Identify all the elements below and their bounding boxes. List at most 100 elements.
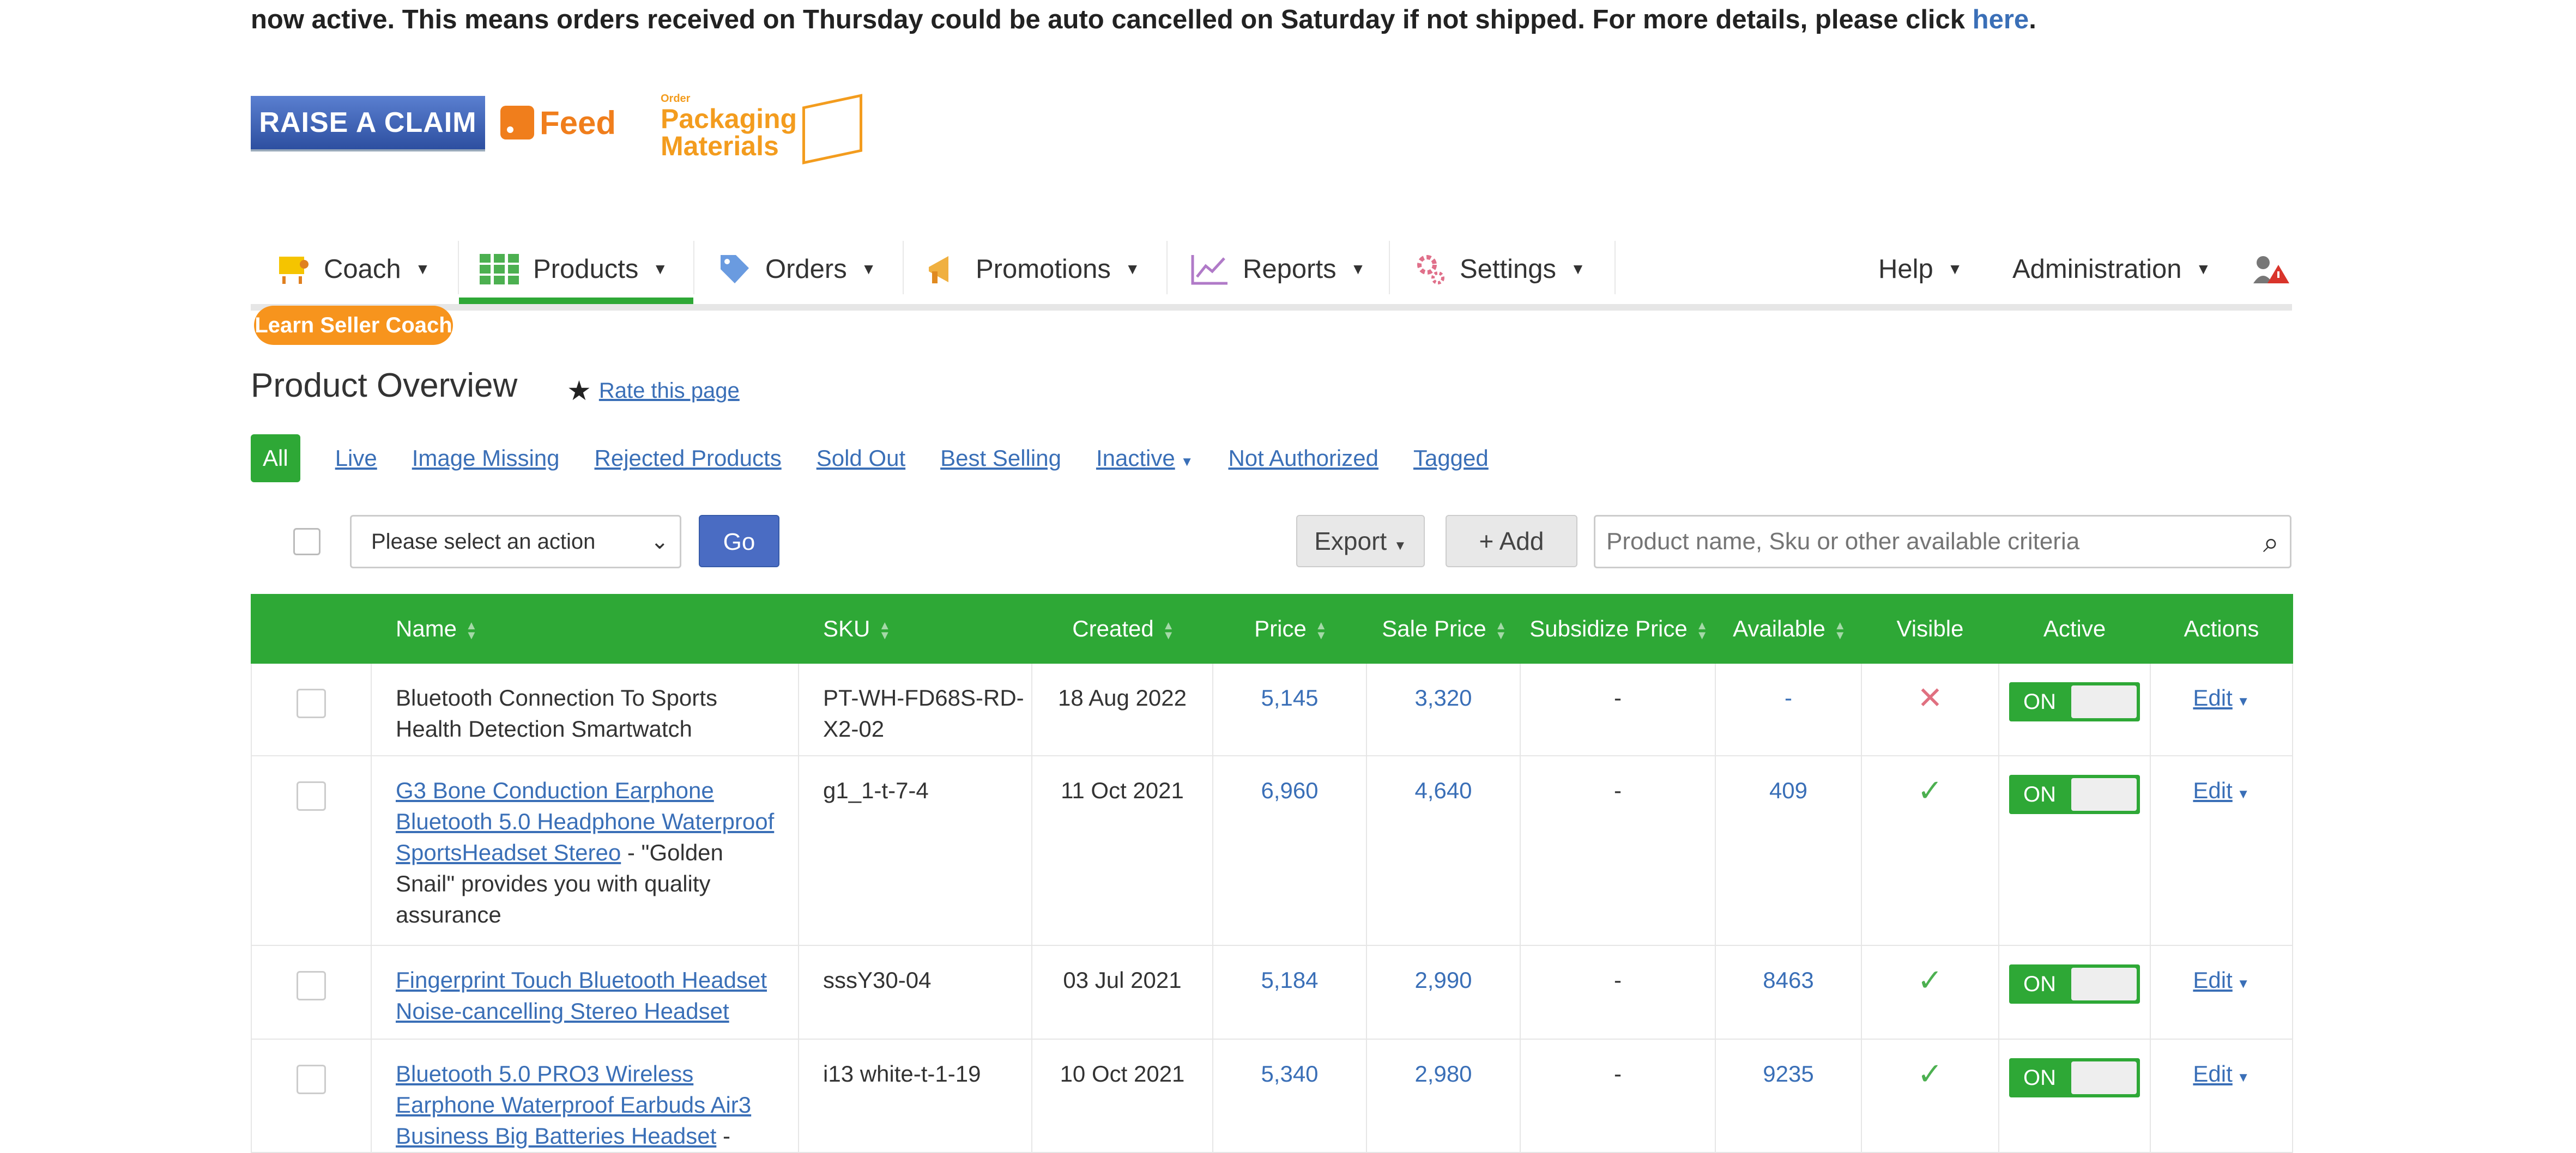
- nav-administration[interactable]: Administration ▼: [2012, 234, 2211, 304]
- active-toggle[interactable]: ON: [2009, 964, 2140, 1004]
- packaging-materials-link[interactable]: Order Packaging Materials: [661, 93, 862, 165]
- product-name: Fingerprint Touch Bluetooth Headset Nois…: [371, 945, 799, 1040]
- header-subsidize-price[interactable]: Subsidize Price ▲ ▼: [1520, 594, 1716, 664]
- product-available[interactable]: -: [1715, 663, 1862, 756]
- filter-not-authorized[interactable]: Not Authorized: [1228, 445, 1378, 471]
- product-subsidize-price: -: [1520, 1039, 1716, 1153]
- active-toggle[interactable]: ON: [2009, 682, 2140, 721]
- row-checkbox[interactable]: [297, 971, 326, 1000]
- active-toggle[interactable]: ON: [2009, 1058, 2140, 1097]
- chevron-down-icon[interactable]: ▼: [2237, 694, 2250, 709]
- toggle-knob: [2071, 968, 2137, 1000]
- row-checkbox[interactable]: [297, 781, 326, 811]
- nav-settings[interactable]: Settings ▼: [1415, 234, 1586, 304]
- product-sale-price[interactable]: 2,980: [1366, 1039, 1521, 1153]
- product-sku: i13 white-t-1-19: [798, 1039, 1032, 1153]
- nav-coach[interactable]: Coach ▼: [277, 234, 430, 304]
- edit-button[interactable]: Edit: [2193, 685, 2232, 711]
- filter-all[interactable]: All: [251, 434, 300, 482]
- nav-orders[interactable]: Orders ▼: [718, 234, 876, 304]
- star-icon: ★: [567, 375, 591, 406]
- select-all-checkbox[interactable]: [293, 528, 321, 555]
- edit-button[interactable]: Edit: [2193, 778, 2232, 803]
- product-sale-price[interactable]: 2,990: [1366, 945, 1521, 1040]
- row-checkbox[interactable]: [297, 1065, 326, 1094]
- filter-inactive-dropdown[interactable]: Inactive ▼: [1096, 445, 1194, 471]
- nav-reports[interactable]: Reports ▼: [1190, 234, 1365, 304]
- filter-live[interactable]: Live: [335, 445, 377, 471]
- filter-sold-out[interactable]: Sold Out: [817, 445, 905, 471]
- product-sku: g1_1-t-7-4: [798, 755, 1032, 946]
- product-search[interactable]: ⌕: [1594, 515, 2291, 568]
- header-sku[interactable]: SKU ▲ ▼: [798, 594, 1032, 664]
- rss-icon: [500, 106, 534, 139]
- nav-active-indicator: [459, 298, 693, 304]
- user-alert-menu[interactable]: [2252, 234, 2290, 304]
- product-created: 18 Aug 2022: [1031, 663, 1213, 756]
- feed-link[interactable]: Feed: [500, 93, 616, 153]
- chevron-down-icon: ⌄: [650, 530, 669, 554]
- nav-help-label: Help: [1878, 254, 1933, 284]
- product-price[interactable]: 5,145: [1212, 663, 1367, 756]
- chevron-down-icon: ▼: [1124, 260, 1140, 277]
- edit-button[interactable]: Edit: [2193, 967, 2232, 993]
- product-price[interactable]: 6,960: [1212, 755, 1367, 946]
- header-name[interactable]: Name ▲ ▼: [371, 594, 799, 664]
- filter-rejected-products[interactable]: Rejected Products: [595, 445, 782, 471]
- product-sale-price[interactable]: 3,320: [1366, 663, 1521, 756]
- chevron-down-icon[interactable]: ▼: [2237, 1070, 2250, 1085]
- header-active: Active: [1998, 594, 2151, 664]
- add-product-button[interactable]: + Add: [1446, 515, 1577, 567]
- bulk-action-select[interactable]: Please select an action ⌄: [350, 515, 681, 568]
- learn-seller-coach-button[interactable]: Learn Seller Coach: [254, 306, 453, 345]
- filter-image-missing[interactable]: Image Missing: [412, 445, 560, 471]
- tag-icon: [721, 255, 749, 283]
- table-row: Fingerprint Touch Bluetooth Headset Nois…: [251, 945, 2293, 1040]
- chevron-down-icon[interactable]: ▼: [2237, 787, 2250, 802]
- chevron-down-icon: ▼: [1570, 260, 1586, 277]
- gear-icon: [1417, 255, 1444, 284]
- chevron-down-icon: ▼: [415, 260, 431, 277]
- table-row: G3 Bone Conduction Earphone Bluetooth 5.…: [251, 755, 2293, 946]
- active-toggle[interactable]: ON: [2009, 775, 2140, 814]
- go-button[interactable]: Go: [699, 515, 779, 567]
- product-sale-price[interactable]: 4,640: [1366, 755, 1521, 946]
- product-table: Name ▲ ▼ SKU ▲ ▼ Created ▲ ▼ Price ▲ ▼ Sale Pric…: [251, 594, 2293, 1153]
- notice-here-link[interactable]: here: [1973, 5, 2029, 34]
- edit-button[interactable]: Edit: [2193, 1061, 2232, 1087]
- product-available[interactable]: 9235: [1715, 1039, 1862, 1153]
- product-name: Bluetooth Connection To Sports Health De…: [371, 663, 799, 756]
- search-input[interactable]: [1595, 517, 2234, 567]
- rate-page[interactable]: ★ Rate this page: [567, 375, 740, 406]
- chevron-down-icon: ▼: [1947, 260, 1963, 277]
- product-name-link[interactable]: Fingerprint Touch Bluetooth Headset Nois…: [396, 967, 767, 1024]
- raise-claim-button[interactable]: RAISE A CLAIM: [251, 96, 485, 149]
- chevron-down-icon[interactable]: ▼: [2237, 976, 2250, 991]
- nav-promotions[interactable]: Promotions ▼: [927, 234, 1140, 304]
- header-sale-price[interactable]: Sale Price ▲ ▼: [1366, 594, 1521, 664]
- chevron-down-icon: ▼: [1350, 260, 1366, 277]
- product-available[interactable]: 8463: [1715, 945, 1862, 1040]
- product-price[interactable]: 5,184: [1212, 945, 1367, 1040]
- product-sku: sssY30-04: [798, 945, 1032, 1040]
- product-name-suffix: -: [716, 1123, 730, 1149]
- search-icon[interactable]: ⌕: [2263, 526, 2279, 560]
- nav-help[interactable]: Help ▼: [1878, 234, 1963, 304]
- export-button[interactable]: Export ▼: [1296, 515, 1425, 567]
- header-created[interactable]: Created ▲ ▼: [1031, 594, 1213, 664]
- product-available[interactable]: 409: [1715, 755, 1862, 946]
- toggle-label: ON: [2023, 1066, 2056, 1090]
- sort-icon: ▲ ▼: [1696, 618, 1708, 642]
- product-name-link[interactable]: Bluetooth 5.0 PRO3 Wireless Earphone Wat…: [396, 1061, 751, 1149]
- filter-tagged[interactable]: Tagged: [1413, 445, 1489, 471]
- product-price[interactable]: 5,340: [1212, 1039, 1367, 1153]
- header-available[interactable]: Available ▲ ▼: [1715, 594, 1862, 664]
- sort-icon: ▲ ▼: [879, 618, 891, 642]
- rate-page-link[interactable]: Rate this page: [599, 379, 740, 403]
- product-created: 03 Jul 2021: [1031, 945, 1213, 1040]
- nav-products[interactable]: Products ▼: [480, 234, 668, 304]
- header-price[interactable]: Price ▲ ▼: [1212, 594, 1367, 664]
- row-checkbox[interactable]: [297, 689, 326, 718]
- filter-inactive[interactable]: Inactive: [1096, 445, 1175, 471]
- filter-best-selling[interactable]: Best Selling: [940, 445, 1061, 471]
